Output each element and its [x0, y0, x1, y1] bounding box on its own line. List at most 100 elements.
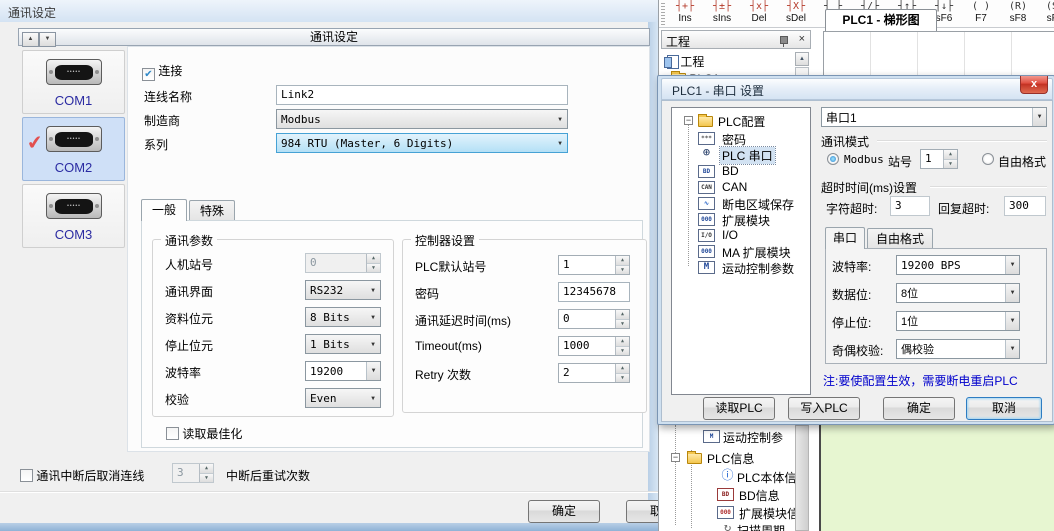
reply-timeout-input[interactable]: 300 — [1004, 196, 1046, 216]
chevron-down-icon: ▼ — [1032, 108, 1046, 126]
disconnect-row[interactable]: 通讯中断后取消连线 — [20, 467, 144, 484]
comm-settings-window: 通讯设定 通讯设定 ▲▼ ••••• COM1 ✔ ••••• COM2 •••… — [0, 0, 658, 531]
station-spinner[interactable]: 1 ▲▼ — [920, 149, 958, 169]
ladder-insert-line-icon: ┤±├ — [704, 0, 740, 13]
dialog-cancel-button[interactable]: 取消 — [966, 397, 1042, 420]
plc-station-spinner[interactable]: 1 ▲▼ — [558, 255, 630, 275]
parity-label: 校验 — [165, 391, 189, 408]
window-titlebar[interactable]: 通讯设定 — [0, 0, 658, 22]
data-bits-select[interactable]: 8 Bits ▼ — [305, 307, 381, 327]
project-icon — [664, 55, 677, 68]
plc-ide-window: ┤+├Ins ┤±├sIns ┤x├Del ┤X├sDel ┤ ├F5 ┤/├F… — [658, 0, 1054, 531]
dlg-databits-select[interactable]: 8位 ▼ — [896, 283, 1020, 303]
spinner-arrows-icon[interactable]: ▲▼ — [615, 310, 629, 328]
tab-special[interactable]: 特殊 — [189, 200, 235, 221]
restart-note: 注:要使配置生效，需要断电重启PLC — [823, 372, 1018, 389]
plc-station-label: PLC默认站号 — [415, 258, 486, 275]
panel-scroll-up-icon[interactable]: ▲ — [795, 52, 809, 66]
ladder-editor-canvas[interactable] — [819, 425, 1054, 531]
chevron-down-icon: ▼ — [1005, 256, 1019, 274]
password-label: 密码 — [415, 285, 439, 302]
dialog-close-button[interactable]: x — [1020, 76, 1048, 94]
dlg-parity-select[interactable]: 偶校验 ▼ — [896, 339, 1020, 359]
modbus-radio[interactable] — [827, 153, 839, 165]
retry-count-value: 2 — [559, 364, 615, 382]
reconnect-retry-spinner: 3 ▲▼ — [172, 463, 214, 483]
close-icon[interactable]: × — [799, 33, 805, 45]
tree-scrollbar[interactable] — [795, 425, 809, 531]
header-scroll-buttons: ▲▼ — [22, 29, 56, 47]
ok-button[interactable]: 确定 — [528, 500, 600, 523]
spinner-arrows-icon: ▲▼ — [199, 464, 213, 482]
ladder-delete-icon: ┤x├ — [741, 0, 777, 13]
connect-checkbox-row[interactable]: ✔ 连接 — [142, 62, 182, 81]
read-plc-button[interactable]: 读取PLC — [703, 397, 775, 420]
retry-count-spinner[interactable]: 2 ▲▼ — [558, 363, 630, 383]
link-name-input[interactable]: Link2 — [276, 85, 568, 105]
toolbar-button-del[interactable]: ┤x├Del — [741, 0, 777, 27]
read-optimize-checkbox[interactable] — [166, 427, 179, 440]
char-timeout-input[interactable]: 3 — [890, 196, 930, 216]
modbus-radio-label: Modbus — [844, 153, 884, 166]
baud-rate-select[interactable]: 19200 ▼ — [305, 361, 381, 381]
motion-params-icon: M — [703, 430, 720, 443]
tab-free-format[interactable]: 自由格式 — [867, 228, 933, 249]
disconnect-checkbox[interactable] — [20, 469, 33, 482]
toolbar-button-sf7[interactable]: (S)sF7 — [1037, 0, 1054, 27]
timeout-spinner[interactable]: 1000 ▲▼ — [558, 336, 630, 356]
serial-port-select[interactable]: 串口1 ▼ — [821, 107, 1047, 127]
group-divider — [930, 186, 1047, 188]
read-optimize-row[interactable]: 读取最佳化 — [166, 425, 242, 442]
write-plc-button[interactable]: 写入PLC — [788, 397, 860, 420]
com-port-item-com2[interactable]: ✔ ••••• COM2 — [22, 117, 125, 181]
free-format-radio[interactable] — [982, 153, 994, 165]
com-port-item-com3[interactable]: ••••• COM3 — [22, 184, 125, 248]
scroll-up-button[interactable]: ▲ — [22, 32, 39, 47]
connect-checkbox[interactable]: ✔ — [142, 68, 155, 81]
com-port-label: COM2 — [23, 160, 124, 175]
tab-serial[interactable]: 串口 — [825, 227, 865, 249]
char-timeout-label: 字符超时: — [826, 200, 877, 217]
hmi-station-value: 0 — [306, 254, 366, 272]
dlg-baud-value: 19200 BPS — [897, 259, 1005, 272]
collapse-icon[interactable]: − — [671, 453, 680, 462]
reply-timeout-label: 回复超时: — [938, 200, 989, 217]
station-label: 站号 — [888, 153, 912, 170]
pin-icon[interactable] — [779, 35, 788, 46]
manufacturer-select[interactable]: Modbus ▼ — [276, 109, 568, 129]
hmi-station-spinner: 0 ▲▼ — [305, 253, 381, 273]
dialog-titlebar[interactable]: PLC1 - 串口 设置 — [661, 78, 1053, 100]
collapse-icon[interactable]: − — [684, 116, 693, 125]
comm-delay-label: 通讯延迟时间(ms) — [415, 312, 511, 329]
spinner-arrows-icon[interactable]: ▲▼ — [615, 256, 629, 274]
parity-select[interactable]: Even ▼ — [305, 388, 381, 408]
spinner-arrows-icon[interactable]: ▲▼ — [615, 364, 629, 382]
plc-station-value: 1 — [559, 256, 615, 274]
series-select[interactable]: 984 RTU (Master, 6 Digits) ▼ — [276, 133, 568, 153]
dlg-baud-select[interactable]: 19200 BPS ▼ — [896, 255, 1020, 275]
toolbar-button-sdel[interactable]: ┤X├sDel — [778, 0, 814, 27]
dlg-stopbits-select[interactable]: 1位 ▼ — [896, 311, 1020, 331]
project-panel-header: 工程 × — [661, 30, 811, 49]
toolbar-button-sins[interactable]: ┤±├sIns — [704, 0, 740, 27]
spinner-arrows-icon[interactable]: ▲▼ — [615, 337, 629, 355]
interface-select[interactable]: RS232 ▼ — [305, 280, 381, 300]
interface-value: RS232 — [306, 284, 366, 297]
toolbar-drag-handle[interactable] — [661, 3, 665, 25]
scroll-down-button[interactable]: ▼ — [39, 32, 56, 47]
tab-ladder-editor[interactable]: PLC1 - 梯形图 — [825, 9, 937, 31]
toolbar-button-ins[interactable]: ┤+├Ins — [667, 0, 703, 27]
data-bits-label: 资料位元 — [165, 310, 213, 327]
com-port-item-com1[interactable]: ••••• COM1 — [22, 50, 125, 114]
comm-delay-spinner[interactable]: 0 ▲▼ — [558, 309, 630, 329]
hmi-station-label: 人机站号 — [165, 256, 213, 273]
spinner-arrows-icon[interactable]: ▲▼ — [943, 150, 957, 168]
stop-bits-select[interactable]: 1 Bits ▼ — [305, 334, 381, 354]
tab-general[interactable]: 一般 — [141, 199, 187, 221]
dialog-ok-button[interactable]: 确定 — [883, 397, 955, 420]
toolbar-button-sf8[interactable]: (R)sF8 — [1000, 0, 1036, 27]
password-input[interactable]: 12345678 — [558, 282, 630, 302]
project-tree-root[interactable]: 工程 — [664, 53, 704, 70]
window-title: 通讯设定 — [8, 6, 56, 20]
toolbar-button-f7[interactable]: ( )F7 — [963, 0, 999, 27]
